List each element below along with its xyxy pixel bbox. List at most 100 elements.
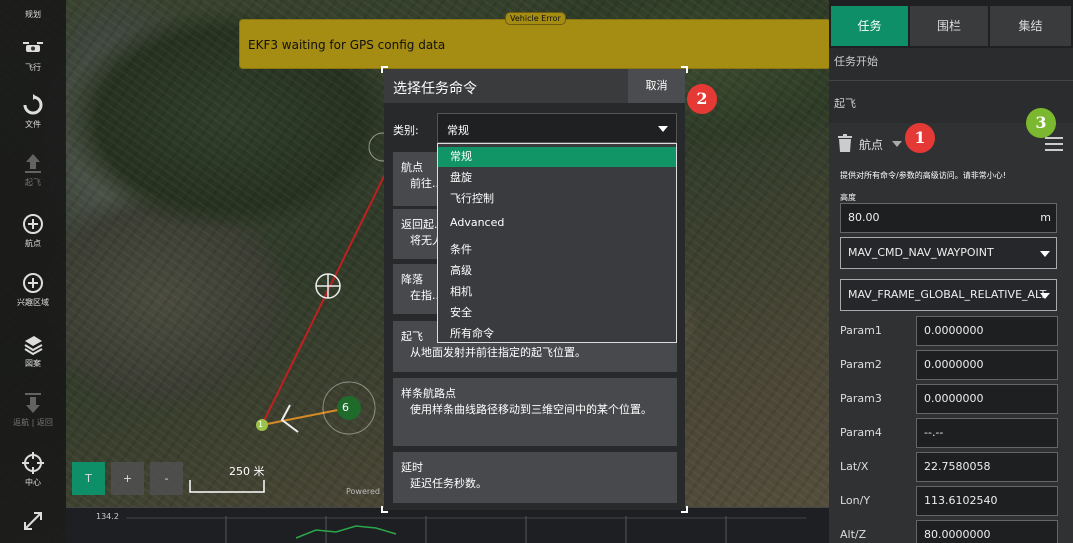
add-waypoint-icon	[23, 214, 43, 234]
mission-path-line	[261, 159, 393, 426]
mission-start-item[interactable]: 任务开始	[829, 53, 1073, 73]
command-desc: 使用样条曲线路径移动到三维空间中的某个位置。	[410, 403, 652, 416]
category-label: 类别:	[393, 124, 419, 137]
chevron-down-icon	[1040, 293, 1050, 299]
map-type-button[interactable]: T	[72, 462, 105, 495]
dropdown-option[interactable]: Advanced	[438, 213, 676, 233]
toolbar-return[interactable]: 返航 | 返回	[0, 392, 66, 428]
frame-select-value: MAV_FRAME_GLOBAL_RELATIVE_ALT	[848, 288, 1047, 301]
waypoint-editor: 航点 提供对所有命令/参数的高级访问。请非常小心! 高度 80.00 m MAV…	[829, 123, 1073, 543]
tab-mission[interactable]: 任务	[831, 6, 908, 46]
dialog-title: 选择任务命令	[393, 81, 477, 97]
toolbar-center[interactable]: 中心	[0, 452, 66, 488]
divider	[829, 80, 1073, 81]
mission-tabs: 任务 围栏 集结	[829, 0, 1073, 48]
toolbar-label: 中心	[25, 478, 41, 487]
param-label: Lon/Y	[840, 494, 871, 507]
takeoff-icon	[25, 154, 41, 173]
advanced-warning: 提供对所有命令/参数的高级访问。请非常小心!	[840, 171, 1006, 180]
command-title: 航点	[401, 161, 423, 174]
toolbar-label: 兴趣区域	[17, 298, 49, 307]
scale-label: 250 米	[229, 465, 265, 478]
toolbar-label: 航点	[25, 239, 41, 248]
command-select[interactable]: MAV_CMD_NAV_WAYPOINT	[840, 237, 1057, 269]
command-item-spline-waypoint[interactable]: 样条航路点 使用样条曲线路径移动到三维空间中的某个位置。	[393, 378, 677, 446]
chevron-down-icon	[1040, 251, 1050, 257]
altitude-label: 高度	[840, 193, 856, 202]
waypoint-number: 6	[342, 401, 349, 414]
dropdown-option[interactable]: 安全	[438, 303, 676, 323]
sync-icon	[23, 94, 43, 115]
category-dropdown-list: 常规 盘旋 飞行控制 Advanced 条件 高级 相机 安全 所有命令	[437, 143, 677, 343]
home-number: 1	[258, 420, 264, 429]
mission-panel: 任务 围栏 集结 任务开始 起飞 航点 提供对所有命令/参数的高级访问。请非常小…	[829, 0, 1073, 543]
vehicle-error-banner[interactable]: Vehicle Error EKF3 waiting for GPS confi…	[239, 12, 831, 69]
command-title: 延时	[401, 461, 423, 474]
chevron-down-icon[interactable]	[892, 141, 902, 147]
param-input[interactable]: 0.0000000	[916, 350, 1058, 380]
command-title: 降落	[401, 273, 423, 286]
toolbar-roi[interactable]: 兴趣区域	[0, 272, 66, 308]
callout-badge-2: 2	[687, 84, 717, 114]
dropdown-option[interactable]: 常规	[438, 147, 676, 167]
tab-rally[interactable]: 集结	[990, 6, 1071, 46]
dropdown-option[interactable]: 条件	[438, 240, 676, 260]
chart-grid	[126, 516, 806, 543]
dropdown-option[interactable]: 相机	[438, 282, 676, 302]
add-roi-icon	[23, 273, 43, 293]
cancel-button[interactable]: 取消	[628, 69, 685, 103]
toolbar-label: 図案	[25, 359, 41, 368]
callout-badge-3: 3	[1026, 108, 1056, 138]
crosshair-icon	[22, 452, 44, 474]
drone-icon	[23, 42, 43, 52]
scale-bar	[189, 480, 265, 493]
toolbar-label: 文件	[25, 120, 41, 129]
vehicle-error-message: EKF3 waiting for GPS config data	[248, 38, 446, 52]
toolbar-takeoff[interactable]: 起飞	[0, 152, 66, 188]
toolbar-pattern[interactable]: 図案	[0, 333, 66, 369]
dropdown-option[interactable]: 高级	[438, 261, 676, 281]
frame-select[interactable]: MAV_FRAME_GLOBAL_RELATIVE_ALT	[840, 279, 1057, 311]
command-desc: 延迟任务秒数。	[410, 477, 487, 490]
param-input[interactable]: --.--	[916, 418, 1058, 448]
param-input[interactable]: 0.0000000	[916, 384, 1058, 414]
zoom-in-button[interactable]: +	[111, 462, 144, 495]
param-input[interactable]: 0.0000000	[916, 316, 1058, 346]
tab-fence[interactable]: 围栏	[910, 6, 988, 46]
toolbar-waypoint[interactable]: 航点	[0, 213, 66, 249]
toolbar-fly[interactable]: 飞行	[0, 37, 66, 73]
trash-icon[interactable]	[837, 134, 853, 152]
param-label: Param2	[840, 358, 882, 371]
waypoint-marker-6	[337, 396, 361, 420]
return-icon	[25, 393, 41, 413]
toolbar-plan[interactable]: 规划	[0, 9, 66, 20]
dropdown-option[interactable]: 所有命令	[438, 324, 676, 344]
altitude-unit: m	[1040, 211, 1051, 224]
command-item-delay[interactable]: 延时 延迟任务秒数。	[393, 452, 677, 503]
callout-badge-1: 1	[905, 123, 935, 153]
zoom-out-button[interactable]: -	[150, 462, 183, 495]
waypoint-type-label[interactable]: 航点	[859, 136, 883, 153]
mission-path-segment	[261, 407, 349, 426]
toolbar-label: 飞行	[25, 63, 41, 72]
toolbar-expand[interactable]	[0, 510, 66, 535]
expand-icon	[24, 512, 42, 530]
toolbar-file[interactable]: 文件	[0, 94, 66, 130]
chevron-down-icon	[658, 126, 668, 132]
hamburger-menu-icon[interactable]	[1045, 137, 1063, 151]
altitude-value: 80.00	[848, 211, 880, 224]
param-label: Param4	[840, 426, 882, 439]
altitude-input[interactable]: 80.00 m	[840, 203, 1057, 233]
param-input[interactable]: 113.6102540	[916, 486, 1058, 516]
dropdown-option[interactable]: 盘旋	[438, 168, 676, 188]
category-select[interactable]: 常规	[437, 113, 677, 143]
pattern-icon	[24, 336, 43, 355]
param-input[interactable]: 22.7580058	[916, 452, 1058, 482]
toolbar-label: 起飞	[25, 178, 41, 187]
map-attribution: Powered	[346, 487, 381, 496]
param-input[interactable]: 80.0000000	[916, 520, 1058, 543]
dropdown-option[interactable]: 飞行控制	[438, 189, 676, 209]
command-select-value: MAV_CMD_NAV_WAYPOINT	[848, 246, 994, 259]
toolbar-label: 返航 | 返回	[13, 418, 53, 427]
command-title: 样条航路点	[401, 387, 456, 400]
